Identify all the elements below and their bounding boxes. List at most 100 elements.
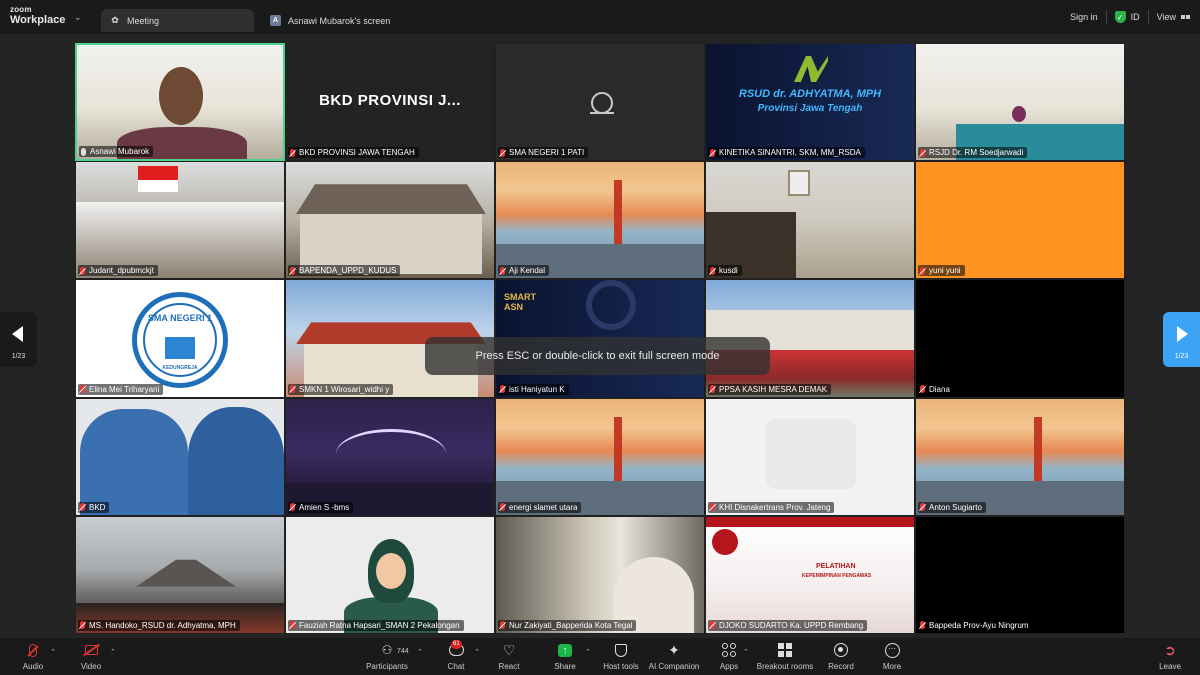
participant-tile[interactable]: BKD xyxy=(75,397,285,516)
participant-name-label: MS. Handoko_RSUD dr. Adhyatma, MPH xyxy=(78,619,240,631)
mic-muted-icon xyxy=(500,621,505,630)
flag-white xyxy=(138,180,178,193)
participant-tile[interactable]: PELATIHAN KEPEMIMPINAN PENGAWAS DJOKO SU… xyxy=(705,515,915,634)
person-head xyxy=(159,67,203,125)
next-page-button[interactable]: 1/23 xyxy=(1163,312,1200,367)
security-shield-icon[interactable]: ✓ xyxy=(1114,11,1126,23)
breakout-rooms-label: Breakout rooms xyxy=(756,662,814,671)
share-button[interactable]: ↑ Share xyxy=(550,641,580,671)
flag-red xyxy=(138,166,178,181)
tile-banner-title: RSUD dr. ADHYATMA, MPH xyxy=(738,88,882,100)
apps-label: Apps xyxy=(719,662,739,671)
video-label: Video xyxy=(80,662,102,671)
hospital-logo-icon xyxy=(794,56,828,82)
participant-tile[interactable]: Bappeda Prov-Ayu Ningrum xyxy=(915,515,1125,634)
participant-name-label: Anton Sugiarto xyxy=(918,501,986,513)
participant-name-label: kusdi xyxy=(708,265,742,277)
mic-muted-icon xyxy=(920,621,925,630)
avatar-figure-right xyxy=(188,406,284,515)
chat-button[interactable]: 61 Chat xyxy=(440,640,472,671)
chat-options-chevron-icon[interactable]: ⌃ xyxy=(474,648,480,656)
school-logo-icon: SMA NEGERI 1 KEDUNGREJA xyxy=(132,292,228,389)
participant-tile[interactable]: Judant_dpubmckjt xyxy=(75,161,285,280)
participant-name-label: RSJD Dr. RM Soedjarwadi xyxy=(918,147,1028,159)
participant-tile[interactable]: Aji Kendal xyxy=(495,161,705,280)
participant-tile[interactable]: BKD PROVINSI J... BKD PROVINSI JAWA TENG… xyxy=(285,43,495,162)
participant-tile[interactable]: SMA NEGERI 1 PATI xyxy=(495,43,705,162)
breakout-rooms-icon xyxy=(778,643,792,657)
leave-icon: ➲ xyxy=(1164,641,1176,658)
record-icon xyxy=(834,643,848,657)
participant-tile[interactable]: SMA NEGERI 1 KEDUNGREJA Elina Mei Trihar… xyxy=(75,279,285,398)
participant-name-label: Nur Zakiyati_Bapperida Kota Tegal xyxy=(498,619,637,631)
participant-name-label: KHI Disnakertrans Prov. Jateng xyxy=(708,501,835,513)
participant-tile[interactable]: Nur Zakiyati_Bapperida Kota Tegal xyxy=(495,515,705,634)
host-tools-button[interactable]: Host tools xyxy=(600,641,642,671)
leave-label: Leave xyxy=(1159,662,1181,671)
participants-button[interactable]: ⚇ 744 Participants xyxy=(362,641,412,671)
video-button[interactable]: Video xyxy=(76,641,106,671)
camera-off-icon xyxy=(590,92,614,114)
participant-name-label: Elina Mei Triharyani xyxy=(78,383,164,395)
breakout-rooms-button[interactable]: Breakout rooms xyxy=(756,641,814,671)
tile-banner-subtitle: Provinsi Jawa Tengah xyxy=(757,103,863,114)
ai-companion-button[interactable]: ✦ AI Companion xyxy=(648,641,700,672)
participant-tile[interactable]: Anton Sugiarto xyxy=(915,397,1125,516)
chevron-right-icon xyxy=(1177,326,1188,342)
tab-shared-screen[interactable]: A Asnawi Mubarok's screen xyxy=(262,9,442,32)
view-button[interactable]: View xyxy=(1157,12,1176,22)
participant-tile[interactable]: RSUD dr. ADHYATMA, MPH Provinsi Jawa Ten… xyxy=(705,43,915,162)
previous-page-button[interactable]: 1/23 xyxy=(0,312,37,367)
sign-in-button[interactable]: Sign in xyxy=(1070,12,1098,22)
apps-options-chevron-icon[interactable]: ⌃ xyxy=(743,648,749,656)
page-indicator: 1/23 xyxy=(11,353,26,360)
participant-tile[interactable]: Fauziah Ratna Hapsari_SMAN 2 Pekalongan xyxy=(285,515,495,634)
participants-icon: ⚇ xyxy=(381,643,393,657)
more-icon: ⋯ xyxy=(884,642,900,658)
participant-tile[interactable]: KHI Disnakertrans Prov. Jateng xyxy=(705,397,915,516)
leave-button[interactable]: ➲ Leave xyxy=(1155,641,1185,672)
apps-button[interactable]: Apps xyxy=(714,641,744,671)
arch-shape xyxy=(336,428,446,479)
participant-tile[interactable]: RSJD Dr. RM Soedjarwadi xyxy=(915,43,1125,162)
participant-name-display: BKD PROVINSI J... xyxy=(319,92,461,109)
participant-tile[interactable]: yuni yuni xyxy=(915,161,1125,280)
participant-tile[interactable]: MS. Handoko_RSUD dr. Adhyatma, MPH xyxy=(75,515,285,634)
participant-tile[interactable]: Diana xyxy=(915,279,1125,398)
participants-count: 744 xyxy=(397,648,409,655)
meeting-toolbar: Audio ⌃ Video ⌃ ⚇ 744 Participants ⌃ 61 C… xyxy=(0,638,1200,675)
mic-muted-icon xyxy=(500,148,505,157)
mic-muted-icon xyxy=(710,148,715,157)
audio-button[interactable]: Audio xyxy=(18,641,48,671)
participant-tile[interactable]: Amien S -bms xyxy=(285,397,495,516)
participant-tile[interactable]: BAPENDA_UPPD_KUDUS xyxy=(285,161,495,280)
sparkle-icon: ✦ xyxy=(668,641,680,658)
react-button[interactable]: ♡ React xyxy=(494,641,524,672)
zoom-logo[interactable]: zoom Workplace xyxy=(10,6,65,26)
participant-tile[interactable]: Asnawi Mubarok xyxy=(75,43,285,162)
video-options-chevron-icon[interactable]: ⌃ xyxy=(110,648,116,656)
mic-muted-icon xyxy=(80,266,85,275)
record-button[interactable]: Record xyxy=(826,641,856,671)
view-grid-icon[interactable] xyxy=(1181,15,1190,19)
chevron-left-icon xyxy=(12,326,23,342)
avatar-figure-left xyxy=(80,408,188,515)
blur-shape xyxy=(766,418,856,489)
mic-muted-icon xyxy=(290,621,295,630)
participant-tile[interactable]: kusdi xyxy=(705,161,915,280)
audio-options-chevron-icon[interactable]: ⌃ xyxy=(50,648,56,656)
chevron-down-icon[interactable]: ⌄ xyxy=(74,12,82,23)
meeting-id-label[interactable]: ID xyxy=(1131,12,1140,22)
mic-muted-icon xyxy=(710,266,715,275)
participant-name-label: Bappeda Prov-Ayu Ningrum xyxy=(918,619,1033,631)
participant-name-label: PPSA KASIH MESRA DEMAK xyxy=(708,383,832,395)
participants-options-chevron-icon[interactable]: ⌃ xyxy=(417,648,423,656)
decor-circle xyxy=(586,280,636,331)
heart-icon: ♡ xyxy=(502,641,516,658)
participant-name-label: BKD PROVINSI JAWA TENGAH xyxy=(288,147,419,159)
participants-label: Participants xyxy=(366,662,408,671)
participant-tile[interactable]: energi slamet utara xyxy=(495,397,705,516)
more-button[interactable]: ⋯ More xyxy=(877,641,907,671)
share-options-chevron-icon[interactable]: ⌃ xyxy=(585,648,591,656)
tab-meeting[interactable]: ✿ Meeting xyxy=(101,9,254,32)
